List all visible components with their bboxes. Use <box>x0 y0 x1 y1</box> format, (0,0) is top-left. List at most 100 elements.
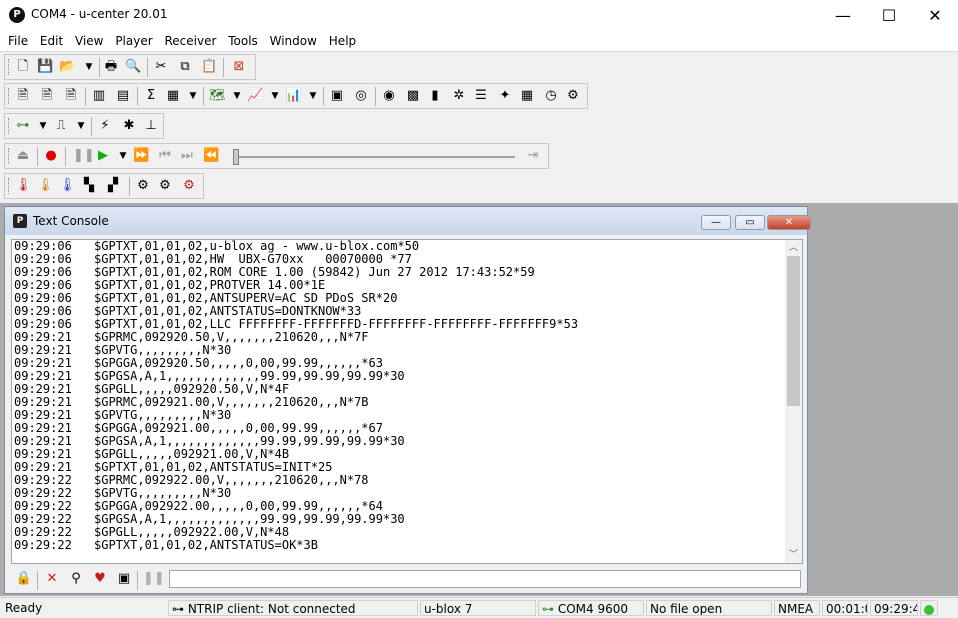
antenna-icon[interactable]: ⊥ <box>143 118 159 134</box>
console-text-area[interactable]: 09:29:06 $GPTXT,01,01,02,u-blox ag - www.… <box>11 239 803 564</box>
text-console-icon[interactable]: 🗎 <box>63 88 79 104</box>
close-button[interactable]: ✕ <box>912 0 958 31</box>
step-back-icon[interactable]: ⏮ <box>157 148 173 164</box>
compass-icon[interactable]: ✲ <box>451 88 467 104</box>
configuration-view-icon[interactable]: ▤ <box>115 88 131 104</box>
clear-console-icon[interactable]: ✕ <box>43 570 61 588</box>
table-view-icon[interactable]: ▦ <box>165 88 181 104</box>
hot-start-icon[interactable]: 🌡 <box>15 178 32 194</box>
satellite-icon[interactable]: ✦ <box>497 88 513 104</box>
console-scrollbar[interactable]: ︿ ﹀ <box>785 240 802 563</box>
minimize-button[interactable]: — <box>820 0 866 31</box>
connection-icon[interactable]: ⊶ <box>15 118 31 134</box>
maximize-button[interactable]: ☐ <box>866 0 912 31</box>
deviation-map-icon[interactable]: ▣ <box>329 88 345 104</box>
map-view-icon[interactable]: 🗺 <box>209 88 226 104</box>
print-icon[interactable]: 🖶 <box>103 59 119 75</box>
status-ntrip[interactable]: ⊶ NTRIP client: Not connected <box>168 600 418 616</box>
autobauding-icon[interactable]: ⚡ <box>97 118 113 134</box>
chevron-down-icon[interactable]: ▼ <box>305 88 321 104</box>
toolbar-grip[interactable] <box>8 59 12 75</box>
eject-icon[interactable]: ⏏ <box>15 148 31 164</box>
pause-console-icon[interactable]: ❚❚ <box>143 570 165 588</box>
chevron-down-icon[interactable]: ▼ <box>115 148 131 164</box>
copy-icon[interactable]: ⧉ <box>177 59 193 75</box>
histogram-icon[interactable]: 📊 <box>285 88 301 104</box>
toolbar-grip[interactable] <box>8 88 12 104</box>
chevron-down-icon[interactable]: ▼ <box>73 118 89 134</box>
grid-icon[interactable]: ▦ <box>519 88 535 104</box>
menu-tools[interactable]: Tools <box>224 31 262 51</box>
statistics-icon[interactable]: Σ <box>143 88 159 104</box>
end-icon[interactable]: ⇥ <box>525 148 541 164</box>
packet-console-icon[interactable]: 🗎 <box>15 88 31 104</box>
fast-forward-icon[interactable]: ⏩ <box>133 148 149 164</box>
toolbar-grip[interactable] <box>8 178 12 194</box>
console-close-button[interactable]: ✕ <box>767 215 811 230</box>
console-title-bar[interactable]: P Text Console — ▭ ✕ <box>5 207 811 235</box>
new-file-icon[interactable]: 🗋 <box>15 59 31 75</box>
debug-icon[interactable]: ✱ <box>121 118 137 134</box>
slider-thumb[interactable] <box>233 149 239 165</box>
tool-2-icon[interactable]: ⚙ <box>157 178 173 194</box>
warm-start-icon[interactable]: 🌡 <box>37 178 54 194</box>
menu-window[interactable]: Window <box>266 31 321 51</box>
scroll-thumb[interactable] <box>787 256 800 406</box>
flash-icon[interactable]: ▚ <box>81 178 97 194</box>
step-forward-icon[interactable]: ⏭ <box>179 148 195 164</box>
toolbar-separator <box>85 87 86 106</box>
satellite-level-icon[interactable]: ▩ <box>405 88 421 104</box>
open-folder-icon[interactable]: 📂 <box>59 59 75 75</box>
lock-icon[interactable]: 🔒 <box>15 570 33 588</box>
scroll-down-icon[interactable]: ﹀ <box>785 547 802 563</box>
record-icon[interactable]: ● <box>43 148 59 164</box>
gear-icon[interactable]: ⚙ <box>181 178 197 194</box>
chevron-down-icon[interactable]: ▼ <box>35 118 51 134</box>
toolbar-grip[interactable] <box>8 118 12 134</box>
scroll-up-icon[interactable]: ︿ <box>785 240 802 256</box>
cut-icon[interactable]: ✂ <box>153 59 169 75</box>
rewind-icon[interactable]: ⏪ <box>203 148 219 164</box>
menu-view[interactable]: View <box>71 31 107 51</box>
paste-icon[interactable]: 📋 <box>201 59 217 75</box>
command-input[interactable] <box>169 570 801 588</box>
heart-icon[interactable]: ♥ <box>91 570 109 588</box>
chevron-down-icon[interactable]: ▼ <box>267 88 283 104</box>
console-maximize-button[interactable]: ▭ <box>735 215 765 230</box>
status-port[interactable]: ⊶ COM4 9600 <box>538 600 644 616</box>
tool-icon[interactable]: ⚙ <box>135 178 151 194</box>
filter-icon[interactable]: ⚲ <box>67 570 85 588</box>
sky-view-icon[interactable]: ◎ <box>353 88 369 104</box>
cold-start-icon[interactable]: 🌡 <box>59 178 76 194</box>
save-log-icon[interactable]: ▣ <box>115 570 133 588</box>
menu-edit[interactable]: Edit <box>36 31 67 51</box>
chevron-down-icon[interactable]: ▼ <box>185 88 201 104</box>
menu-help[interactable]: Help <box>325 31 360 51</box>
console-minimize-button[interactable]: — <box>701 215 731 230</box>
signal-icon[interactable]: ▮ <box>427 88 443 104</box>
toolbar-grip[interactable] <box>8 148 12 164</box>
clear-icon[interactable]: ⊠ <box>231 59 247 75</box>
menu-receiver[interactable]: Receiver <box>160 31 220 51</box>
camera-icon[interactable]: ◉ <box>381 88 397 104</box>
chevron-down-icon[interactable]: ▼ <box>229 88 245 104</box>
playback-slider[interactable] <box>233 156 515 158</box>
binary-console-icon[interactable]: 🗎 <box>39 88 55 104</box>
chart-view-icon[interactable]: 📈 <box>247 88 263 104</box>
menu-player[interactable]: Player <box>111 31 156 51</box>
odometer-icon[interactable]: ▞ <box>105 178 121 194</box>
menu-bar: File Edit View Player Receiver Tools Win… <box>0 31 958 52</box>
baudrate-icon[interactable]: ⎍ <box>53 118 69 134</box>
status-clock: 09:29:42 <box>870 600 918 616</box>
settings-icon[interactable]: ⚙ <box>565 88 581 104</box>
print-preview-icon[interactable]: 🔍 <box>125 59 141 75</box>
menu-file[interactable]: File <box>4 31 32 51</box>
chevron-down-icon[interactable]: ▼ <box>81 59 97 75</box>
pause-icon[interactable]: ❚❚ <box>73 148 95 164</box>
list-icon[interactable]: ☰ <box>473 88 489 104</box>
clock-icon[interactable]: ◷ <box>543 88 559 104</box>
save-icon[interactable]: 💾 <box>37 59 53 75</box>
ntrip-icon: ⊶ <box>172 602 184 616</box>
play-icon[interactable]: ▶ <box>95 148 111 164</box>
messages-view-icon[interactable]: ▥ <box>91 88 107 104</box>
